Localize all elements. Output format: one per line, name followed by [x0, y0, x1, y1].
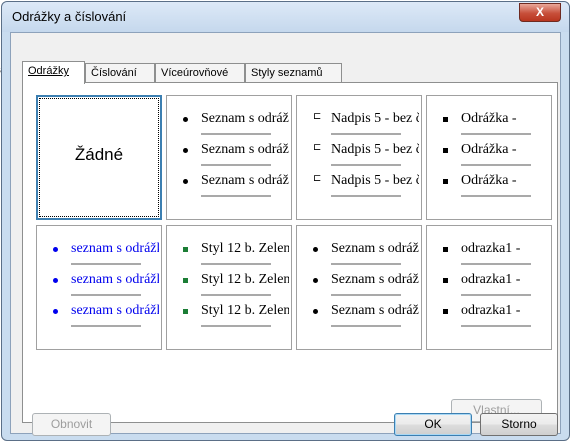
list-item: Seznam s odrážkami [297, 240, 421, 265]
list-item: Styl 12 b. Zelená [167, 302, 291, 327]
list-item: Odrážka - [427, 141, 551, 166]
square-bullet-icon [443, 142, 448, 158]
tab-label: Číslování [91, 67, 137, 79]
reset-button[interactable]: Obnovit [32, 413, 111, 436]
bullet-dot-icon [183, 111, 188, 127]
tab-label: Styly seznamů [251, 67, 323, 79]
flag-bullet-icon: ⊏ [313, 111, 322, 122]
blue-dot-bullet-icon [53, 241, 58, 257]
square-bullet-icon [443, 173, 448, 189]
list-item: seznam s odrážkami [37, 240, 161, 265]
bullets-numbering-dialog: Odrážky a číslování X Odrážky Číslování … [1, 1, 570, 441]
list-item: Styl 12 b. Zelená [167, 240, 291, 265]
ok-button[interactable]: OK [394, 413, 472, 436]
close-button[interactable]: X [519, 3, 561, 22]
blue-dot-bullet-icon [53, 272, 58, 288]
bullets-panel: Žádné Seznam s odrážkami Seznam s odrážk… [22, 82, 558, 423]
flag-bullet-icon: ⊏ [313, 173, 322, 184]
square-bullet-icon [443, 303, 448, 319]
list-item: Seznam s odrážkami [167, 172, 291, 197]
list-item: Seznam s odrážkami [297, 271, 421, 296]
bullet-dot-icon [183, 142, 188, 158]
list-item: Odrážka - [427, 110, 551, 135]
list-item: odrazka1 - [427, 271, 551, 296]
bullet-dot-icon [313, 303, 318, 319]
bullet-option-flag[interactable]: ⊏Nadpis 5 - bez číslování ⊏Nadpis 5 - be… [296, 95, 422, 220]
tab-multilevel[interactable]: Víceúrovňové [155, 63, 245, 83]
bullet-option-green-square[interactable]: Styl 12 b. Zelená Styl 12 b. Zelená Styl… [166, 225, 292, 350]
tab-list-styles[interactable]: Styly seznamů [245, 63, 342, 83]
green-square-bullet-icon [183, 272, 188, 288]
close-icon: X [535, 5, 544, 19]
tab-bullets[interactable]: Odrážky [22, 61, 85, 84]
list-item: Styl 12 b. Zelená [167, 271, 291, 296]
square-bullet-icon [443, 241, 448, 257]
list-item: odrazka1 - [427, 240, 551, 265]
green-square-bullet-icon [183, 241, 188, 257]
list-item: seznam s odrážkami [37, 271, 161, 296]
tab-numbering[interactable]: Číslování [85, 63, 155, 83]
list-item: Seznam s odrážkami [297, 302, 421, 327]
bullet-option-dot[interactable]: Seznam s odrážkami Seznam s odrážkami Se… [166, 95, 292, 220]
list-item: Odrážka - [427, 172, 551, 197]
tab-label: Odrážky [28, 65, 69, 77]
list-item: odrazka1 - [427, 302, 551, 327]
bullet-option-square-2[interactable]: odrazka1 - odrazka1 - odrazka1 - [426, 225, 552, 350]
square-bullet-icon [443, 272, 448, 288]
bullet-dot-icon [313, 272, 318, 288]
list-item: Seznam s odrážkami [167, 141, 291, 166]
list-item: ⊏Nadpis 5 - bez číslování [297, 172, 421, 197]
bullet-option-square[interactable]: Odrážka - Odrážka - Odrážka - [426, 95, 552, 220]
bullet-option-dot-2[interactable]: Seznam s odrážkami Seznam s odrážkami Se… [296, 225, 422, 350]
cancel-button[interactable]: Storno [480, 413, 558, 436]
list-item: Seznam s odrážkami [167, 110, 291, 135]
bullet-dot-icon [183, 173, 188, 189]
bullet-dot-icon [313, 241, 318, 257]
dialog-body: Odrážky Číslování Víceúrovňové Styly sez… [10, 32, 561, 436]
flag-bullet-icon: ⊏ [313, 142, 322, 153]
blue-dot-bullet-icon [53, 303, 58, 319]
tab-label: Víceúrovňové [161, 67, 229, 79]
green-square-bullet-icon [183, 303, 188, 319]
square-bullet-icon [443, 111, 448, 127]
bullet-option-blue-dot[interactable]: seznam s odrážkami seznam s odrážkami se… [36, 225, 162, 350]
none-label: Žádné [74, 145, 124, 164]
list-item: seznam s odrážkami [37, 302, 161, 327]
list-item: ⊏Nadpis 5 - bez číslování [297, 141, 421, 166]
title-bar[interactable]: Odrážky a číslování X [2, 2, 569, 32]
dialog-title: Odrážky a číslování [12, 9, 127, 24]
bullet-option-none[interactable]: Žádné [36, 95, 162, 220]
list-item: ⊏Nadpis 5 - bez číslování [297, 110, 421, 135]
